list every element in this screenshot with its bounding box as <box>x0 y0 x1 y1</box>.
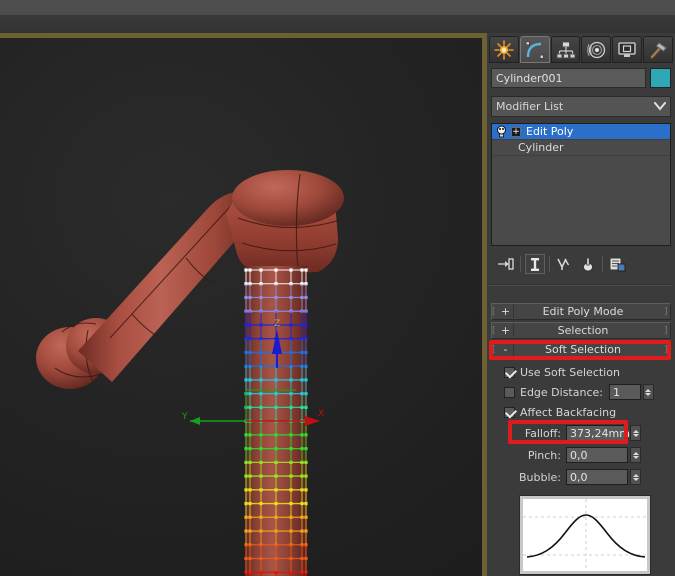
tab-modify[interactable] <box>519 36 550 63</box>
pinch-spinner[interactable] <box>630 447 641 463</box>
panel-top-strip <box>487 0 675 33</box>
toolbar-separator <box>520 256 521 272</box>
command-panel-tabs <box>489 36 673 64</box>
falloff-label: Falloff: <box>524 426 561 440</box>
viewport-scene: Y X Z <box>36 170 344 576</box>
stack-item-cylinder[interactable]: Cylinder <box>492 140 670 156</box>
motion-wheel-icon <box>587 41 606 58</box>
falloff-curve-svg <box>523 499 649 573</box>
configure-modifier-sets-icon[interactable] <box>607 254 627 274</box>
edge-distance-label: Edge Distance: <box>520 385 603 399</box>
rollout-selection[interactable]: [ + Selection ] <box>491 322 671 339</box>
rollout-bracket-right: ] <box>664 325 668 336</box>
rollout-title: Soft Selection <box>545 343 621 356</box>
hammer-icon <box>650 41 667 58</box>
edge-distance-row[interactable]: Edge Distance: 1 <box>504 383 669 401</box>
modifier-list-label: Modifier List <box>496 100 564 113</box>
rollout-edit-poly-mode[interactable]: [ + Edit Poly Mode ] <box>491 303 671 320</box>
make-unique-icon[interactable] <box>554 254 574 274</box>
lightbulb-icon[interactable] <box>495 125 508 138</box>
tab-motion[interactable] <box>581 36 612 63</box>
remove-modifier-icon[interactable] <box>578 254 598 274</box>
show-end-result-icon[interactable] <box>525 254 545 274</box>
chevron-down-icon[interactable] <box>650 97 670 116</box>
rollout-bracket-right: ] <box>664 306 668 317</box>
falloff-row[interactable]: Falloff: 373,24mm <box>505 424 665 442</box>
pinch-field[interactable]: 0,0 <box>566 447 628 463</box>
tab-utilities[interactable] <box>643 36 673 63</box>
toolbar-separator <box>549 256 550 272</box>
use-soft-selection-label: Use Soft Selection <box>520 365 620 379</box>
tab-display[interactable] <box>612 36 643 63</box>
toolbar-separator <box>602 256 603 272</box>
svg-text:X: X <box>318 409 324 419</box>
svg-text:Y: Y <box>181 412 188 422</box>
star-burst-icon <box>494 39 514 60</box>
affect-backfacing-label: Affect Backfacing <box>520 405 617 419</box>
modifier-list-dropdown[interactable]: Modifier List <box>491 96 671 117</box>
max-window: Y X Z Cylinder001 Modifier List + Edit P… <box>0 0 675 576</box>
panel-divider <box>489 284 673 286</box>
modifier-stack-toolbar <box>491 252 671 276</box>
bubble-label: Bubble: <box>518 470 561 484</box>
affect-backfacing-row[interactable]: Affect Backfacing <box>504 403 616 421</box>
falloff-spinner[interactable] <box>630 425 641 441</box>
soft-selection-panel: Use Soft Selection Edge Distance: 1 Affe… <box>491 361 671 576</box>
pin-stack-icon[interactable] <box>496 254 516 274</box>
rollout-title: Edit Poly Mode <box>542 305 624 318</box>
bubble-row[interactable]: Bubble: 0,0 <box>505 468 665 486</box>
object-name-row: Cylinder001 <box>491 68 671 88</box>
falloff-field[interactable]: 373,24mm <box>566 425 630 441</box>
bubble-spinner[interactable] <box>630 469 641 485</box>
rollout-soft-selection[interactable]: [ - Soft Selection ] <box>491 341 671 358</box>
rollout-title: Selection <box>557 324 609 337</box>
curve-bend-icon <box>525 40 544 59</box>
edge-distance-spinner[interactable] <box>642 384 654 400</box>
rollout-bracket-right: ] <box>664 344 668 355</box>
use-soft-selection-checkbox[interactable] <box>504 366 515 378</box>
object-name-field[interactable]: Cylinder001 <box>491 68 646 88</box>
modifier-stack-list[interactable]: + Edit Poly Cylinder <box>491 123 671 246</box>
affect-backfacing-checkbox[interactable] <box>504 406 515 418</box>
stack-item-label: Edit Poly <box>526 125 574 138</box>
viewport-top-bar <box>0 0 487 33</box>
viewport-3d[interactable]: Y X Z <box>0 38 482 576</box>
rollout-toggle-icon[interactable]: - <box>498 343 514 356</box>
viewport-region: Y X Z <box>0 0 487 576</box>
monitor-display-icon <box>618 41 636 57</box>
pinch-row[interactable]: Pinch: 0,0 <box>505 446 665 464</box>
bubble-field[interactable]: 0,0 <box>566 469 628 485</box>
use-soft-selection-row[interactable]: Use Soft Selection <box>504 363 620 381</box>
tab-hierarchy[interactable] <box>550 36 581 63</box>
edge-distance-field[interactable]: 1 <box>608 384 641 400</box>
falloff-curve-graph <box>519 495 651 575</box>
edge-distance-checkbox[interactable] <box>504 386 515 398</box>
stack-expand-icon[interactable]: + <box>511 126 521 137</box>
rollout-toggle-icon[interactable]: + <box>498 305 514 318</box>
command-panel: Cylinder001 Modifier List + Edit Poly Cy… <box>487 0 675 576</box>
object-color-swatch[interactable] <box>650 68 671 88</box>
tab-create[interactable] <box>489 36 519 63</box>
rollout-toggle-icon[interactable]: + <box>498 324 514 337</box>
model-arm <box>36 170 344 576</box>
hierarchy-tree-icon <box>556 41 576 58</box>
stack-item-edit-poly[interactable]: + Edit Poly <box>492 124 670 140</box>
svg-text:Z: Z <box>274 319 280 329</box>
stack-item-label: Cylinder <box>518 141 564 154</box>
pinch-label: Pinch: <box>527 448 561 462</box>
